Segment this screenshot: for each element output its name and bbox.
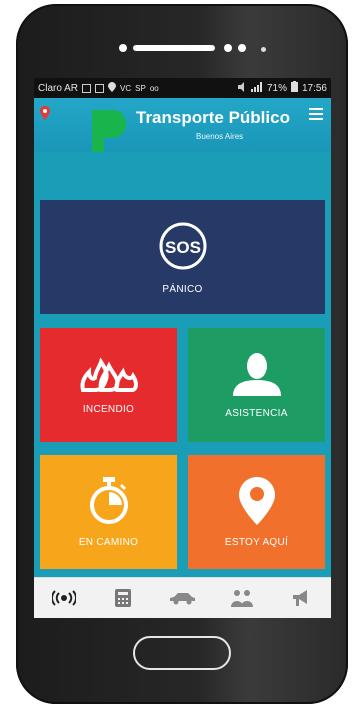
- speaker-grille: [133, 45, 215, 51]
- front-camera: [261, 47, 266, 52]
- speaker-dot: [224, 44, 232, 52]
- speaker-dot: [119, 44, 127, 52]
- tile-label: PÁNICO: [162, 283, 203, 295]
- hamburger-menu-icon[interactable]: [309, 108, 323, 120]
- clock: 17:56: [301, 82, 327, 94]
- photo-icon: [82, 83, 92, 93]
- mail-icon: [95, 83, 105, 93]
- battery-percent: 71%: [266, 82, 287, 94]
- emergency-grid: SOS PÁNICO INCENDIO ASISTENCIA EN CAMINO…: [34, 152, 331, 582]
- nav-calculator[interactable]: [105, 584, 141, 612]
- person-icon: [232, 352, 281, 396]
- location-icon: [108, 81, 117, 95]
- mute-icon: [237, 81, 247, 95]
- nav-alerts[interactable]: [46, 584, 82, 612]
- svg-text:SOS: SOS: [165, 238, 201, 257]
- tile-label: INCENDIO: [82, 403, 135, 415]
- app-header: Transporte Público Buenos Aires: [34, 98, 331, 152]
- sp-indicator: SP: [135, 83, 146, 93]
- nav-announcements[interactable]: [283, 584, 319, 612]
- nav-car[interactable]: [164, 584, 200, 612]
- car-icon: [170, 593, 196, 605]
- megaphone-icon: [293, 590, 308, 606]
- tile-label: ESTOY AQUÍ: [224, 536, 289, 548]
- nav-community[interactable]: [224, 584, 260, 612]
- speaker-dot: [238, 44, 246, 52]
- on-my-way-button[interactable]: EN CAMINO: [40, 455, 177, 569]
- group-icon: [230, 590, 253, 607]
- fire-icon: [80, 356, 138, 392]
- location-pin-icon[interactable]: [40, 106, 50, 120]
- app-title: Transporte Público: [136, 108, 290, 127]
- map-pin-icon: [238, 476, 275, 525]
- home-button[interactable]: [133, 636, 231, 670]
- vc-indicator: VC: [120, 83, 132, 93]
- status-bar: Claro AR VC SP oo 71% 17:56: [34, 78, 331, 98]
- carrier-label: Claro AR: [38, 82, 79, 94]
- calculator-icon: [115, 589, 132, 607]
- app-subtitle: Buenos Aires: [196, 132, 244, 141]
- fire-button[interactable]: INCENDIO: [40, 328, 177, 442]
- signal-icon: [250, 81, 263, 95]
- tile-label: EN CAMINO: [78, 536, 139, 548]
- tile-label: ASISTENCIA: [225, 407, 288, 419]
- phone-frame: Claro AR VC SP oo 71% 17:56 Transporte P…: [16, 4, 348, 704]
- assistance-button[interactable]: ASISTENCIA: [188, 328, 325, 442]
- bottom-navigation: [34, 577, 331, 618]
- battery-icon: [290, 81, 298, 95]
- broadcast-icon: [51, 590, 76, 606]
- app-logo: [92, 110, 126, 152]
- sos-icon: SOS: [159, 222, 206, 269]
- i-am-here-button[interactable]: ESTOY AQUÍ: [188, 455, 325, 569]
- panic-button[interactable]: SOS PÁNICO: [40, 200, 325, 314]
- oo-indicator: oo: [149, 83, 159, 93]
- stopwatch-icon: [89, 476, 128, 524]
- app-screen: Claro AR VC SP oo 71% 17:56 Transporte P…: [34, 78, 331, 618]
